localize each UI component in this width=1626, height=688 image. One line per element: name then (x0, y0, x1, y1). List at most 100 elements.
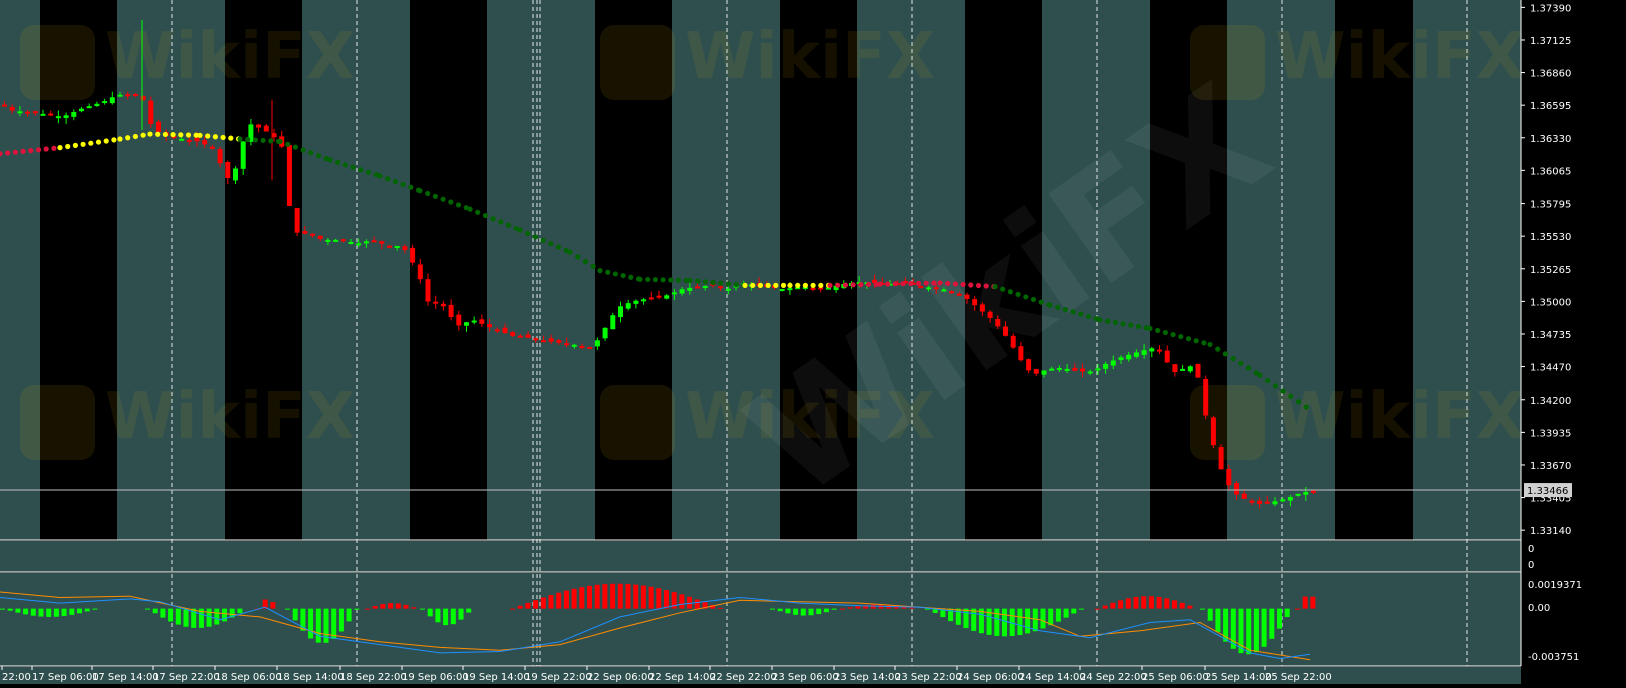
ma-dot (540, 237, 546, 243)
candle-bullish (356, 243, 362, 246)
candle-bearish (25, 111, 31, 114)
candle-bearish (1311, 490, 1316, 493)
candle-bearish (1195, 363, 1201, 378)
macd-bar-positive (548, 595, 554, 609)
time-tick-label: 18 Sep 22:00 (340, 672, 407, 683)
candle-bearish (1210, 417, 1216, 446)
candle-bearish (479, 319, 485, 324)
session-band-ind1 (0, 541, 40, 572)
ma-dot (1201, 340, 1207, 346)
price-tick-label: 1.35530 (1530, 232, 1571, 243)
ma-dot (1178, 334, 1184, 340)
ma-dot (1030, 296, 1037, 303)
macd-bar-negative (450, 608, 456, 625)
time-tick-label: 25 Sep 06:00 (1142, 672, 1209, 683)
candle-bearish (9, 107, 15, 111)
macd-bar-positive (372, 606, 378, 609)
ma-dot (1193, 338, 1199, 344)
ma-dot (1162, 329, 1168, 336)
time-tick-label: 22:00 (2, 672, 31, 683)
ma-dot (178, 132, 184, 138)
candle-bullish (1287, 496, 1293, 501)
ma-dot (968, 282, 974, 288)
candle-bearish (987, 311, 993, 318)
ma-dot (1245, 365, 1252, 371)
candle-bearish (410, 247, 416, 263)
candle-bullish (1149, 348, 1155, 352)
candle-bullish (571, 344, 577, 347)
macd-bar-positive (840, 608, 845, 610)
ma-dot (765, 282, 771, 288)
watermark-logo-icon (600, 25, 675, 100)
candle-bullish (394, 246, 400, 249)
candle-bullish (464, 322, 469, 326)
macd-bar-positive (1179, 602, 1185, 609)
macd-bar-negative (0, 608, 5, 610)
macd-bar-negative (1002, 608, 1007, 637)
session-band-ind2 (225, 573, 302, 666)
candle-bearish (1018, 346, 1024, 361)
candle-bearish (502, 327, 508, 334)
candle-bearish (525, 334, 531, 338)
candle-bullish (725, 288, 731, 291)
candle-bearish (564, 343, 570, 346)
candle-bearish (48, 113, 54, 116)
ma-dot (377, 173, 383, 179)
macd-bar-negative (1246, 608, 1252, 655)
candle-bearish (2, 104, 7, 107)
price-tick-label: 1.37390 (1530, 3, 1571, 14)
ma-dot (111, 137, 117, 143)
macd-bar-positive (517, 605, 523, 609)
time-tick-label: 23 Sep 22:00 (895, 672, 962, 683)
candle-bearish (541, 340, 546, 343)
candle-bearish (1164, 350, 1170, 363)
ma-dot (277, 138, 283, 145)
macd-bar-negative (175, 608, 181, 625)
ma-dot (992, 284, 998, 290)
candle-bullish (71, 111, 77, 117)
chart-canvas[interactable]: WikiFX WikiFX WikiFXWikiFX WikiFX WikiFXWiki… (0, 0, 1626, 684)
ma-dot (408, 184, 414, 190)
session-band-ind1 (40, 541, 117, 572)
macd-bar-negative (1284, 608, 1290, 618)
ma-dot (1047, 302, 1053, 308)
ma-dot (532, 234, 539, 240)
ma-dot (268, 138, 274, 144)
candle-bearish (1157, 349, 1162, 352)
candle-bearish (440, 303, 446, 307)
macd-bar-negative (168, 608, 174, 622)
candle-bullish (641, 299, 647, 302)
macd-bar-positive (1310, 596, 1316, 609)
macd-bar-positive (1172, 600, 1177, 609)
watermark-text: WikiFX (1275, 380, 1525, 454)
watermark-text: WikiFX (685, 20, 935, 94)
candle-bullish (1187, 366, 1193, 372)
ma-dot (1023, 294, 1029, 300)
price-tick-label: 1.36595 (1530, 101, 1571, 112)
macd-bar-positive (1164, 598, 1170, 609)
ma-dot (400, 181, 406, 188)
ma-dot (260, 137, 266, 144)
price-tick-label: 1.36065 (1530, 166, 1571, 177)
candle-bullish (1280, 499, 1286, 502)
macd-bar-positive (847, 607, 853, 609)
ma-dot (750, 282, 756, 288)
macd-bar-negative (1063, 608, 1069, 618)
candle-bullish (471, 320, 477, 323)
candle-bearish (1218, 447, 1224, 470)
ma-dot (818, 282, 824, 288)
ma-dot (937, 280, 943, 286)
candle-bullish (926, 287, 931, 290)
candle-bearish (225, 162, 231, 178)
ma-dot (20, 148, 26, 154)
ma-dot (850, 282, 856, 288)
time-tick-label: 18 Sep 06:00 (215, 672, 282, 683)
ma-dot (548, 241, 554, 247)
ma-dot (365, 169, 372, 175)
price-tick-label: 1.33140 (1530, 526, 1571, 537)
watermark-logo-icon (20, 385, 95, 460)
macd-axis-label: 0.00 (1528, 603, 1550, 614)
macd-bar-positive (1095, 608, 1100, 610)
candle-bullish (1103, 363, 1109, 369)
time-tick-label: 19 Sep 22:00 (525, 672, 592, 683)
